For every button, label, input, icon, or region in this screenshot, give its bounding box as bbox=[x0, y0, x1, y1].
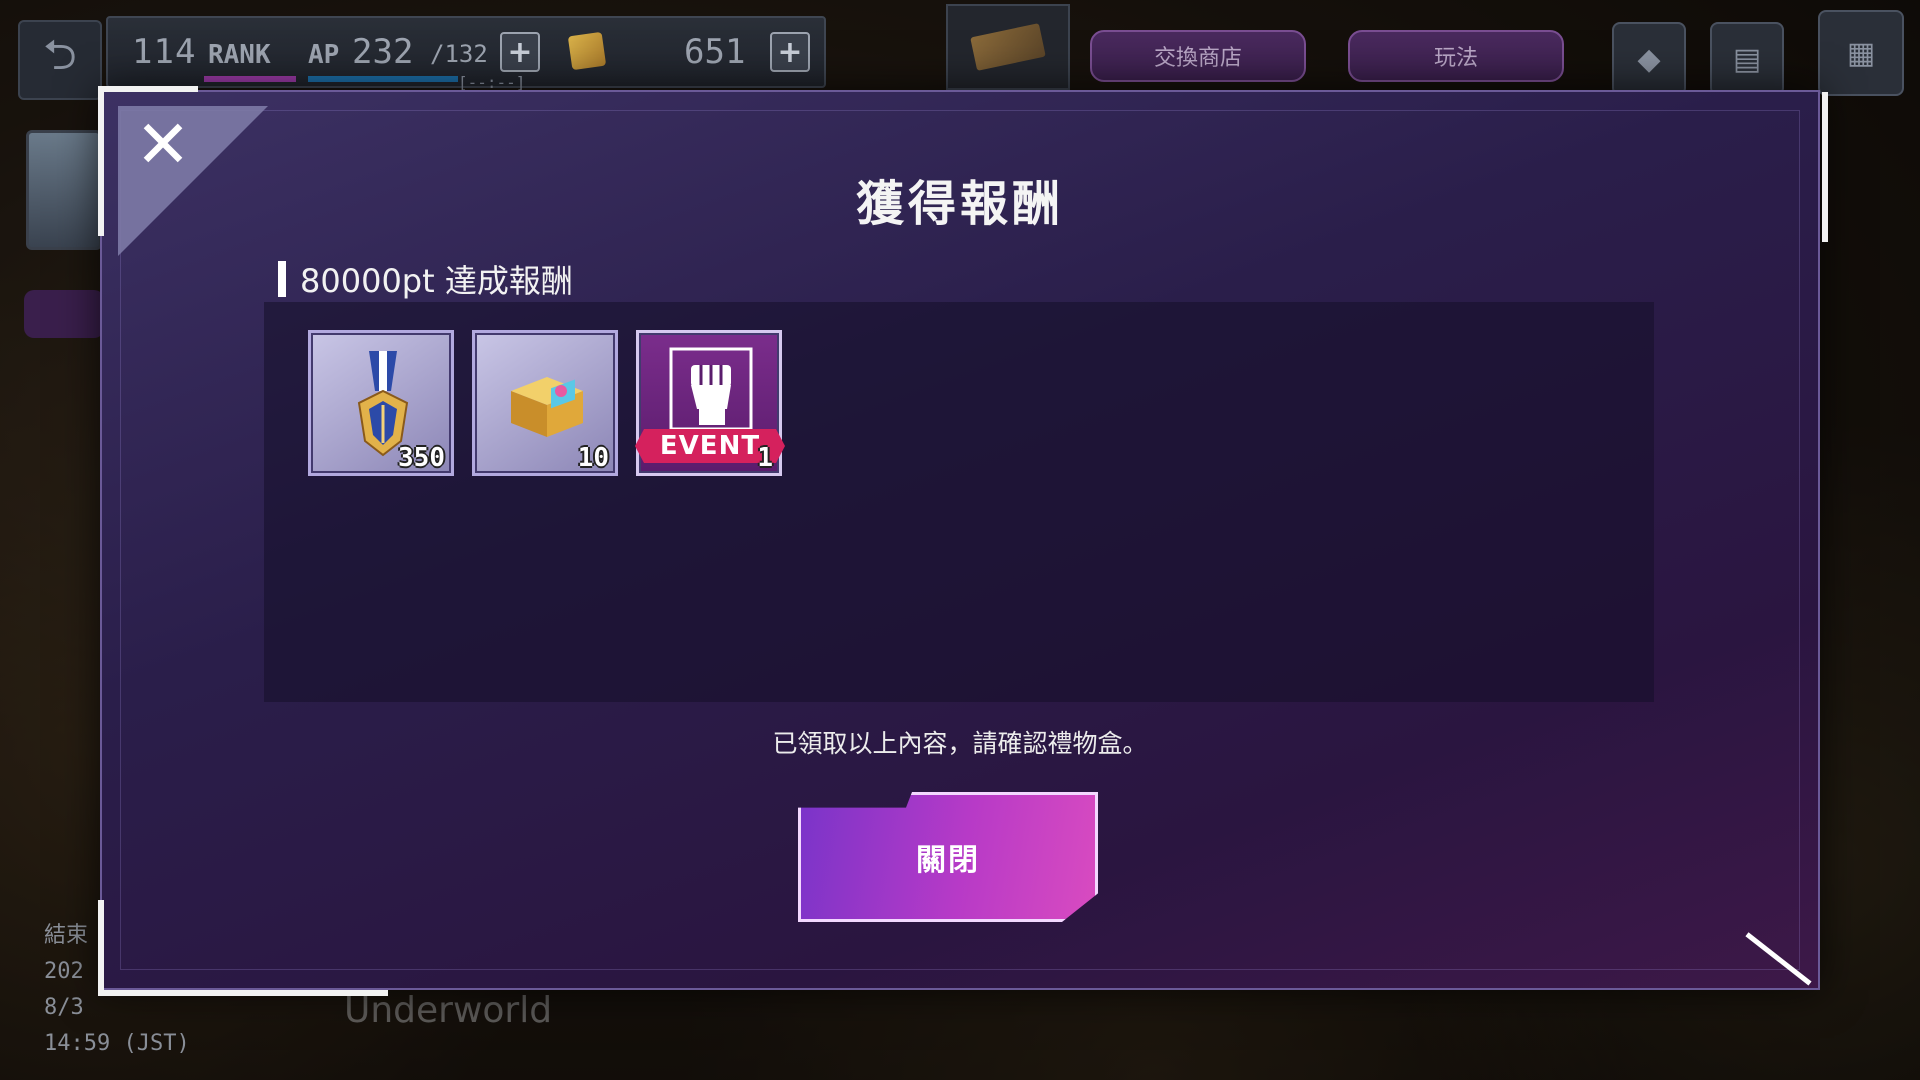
diamond-icon: ◆ bbox=[1637, 41, 1661, 77]
treasure-chest-icon bbox=[511, 377, 583, 437]
reward-item-chest[interactable]: 10 bbox=[472, 330, 618, 476]
reward-item-medal[interactable]: 350 bbox=[308, 330, 454, 476]
plus-icon: + bbox=[507, 34, 533, 70]
how-to-play-button[interactable]: 玩法 bbox=[1348, 30, 1564, 82]
side-button bbox=[24, 290, 104, 338]
section-label-text: 80000pt 達成報酬 bbox=[300, 262, 573, 300]
mission-button[interactable]: ◆ bbox=[1612, 22, 1686, 96]
back-button[interactable]: ⮌ bbox=[18, 20, 102, 100]
claim-notice: 已領取以上內容，請確認禮物盒。 bbox=[772, 729, 1148, 758]
grid-menu-icon: ▦ bbox=[1846, 35, 1876, 71]
top-hud: ⮌ 114 RANK AP 232 /132 [--:--] + 651 + 交… bbox=[18, 4, 1904, 100]
gem-cube-icon bbox=[567, 31, 607, 71]
reward-list: 350 10 EVENT 1 bbox=[264, 302, 1654, 702]
frame-corner bbox=[98, 900, 388, 996]
gem-count: 651 bbox=[684, 32, 746, 72]
item-count: 350 bbox=[398, 443, 445, 473]
back-arrow-icon: ⮌ bbox=[43, 29, 77, 79]
area-name: Underworld bbox=[344, 990, 553, 1031]
menu-button[interactable]: ▦ bbox=[1818, 10, 1904, 96]
frame-slash-decoration bbox=[1745, 932, 1812, 986]
notice-button[interactable]: ▤ bbox=[1710, 22, 1784, 96]
rank-progress-bar bbox=[204, 76, 296, 82]
ticket-button[interactable] bbox=[946, 4, 1070, 90]
reward-item-event[interactable]: EVENT 1 bbox=[635, 330, 785, 476]
character-portrait bbox=[26, 130, 102, 250]
exchange-shop-button[interactable]: 交換商店 bbox=[1090, 30, 1306, 82]
add-gem-button[interactable]: + bbox=[770, 32, 810, 72]
item-count: 1 bbox=[757, 443, 773, 473]
plus-icon: + bbox=[777, 34, 803, 70]
item-count: 10 bbox=[577, 443, 609, 473]
reward-modal: ✕ 獲得報酬 80000pt 達成報酬 350 10 EVENT 1 已領取以上… bbox=[98, 86, 1828, 996]
add-ap-button[interactable]: + bbox=[500, 32, 540, 72]
rank-value: 114 bbox=[132, 32, 197, 72]
event-fist-icon bbox=[669, 347, 753, 431]
section-label: 80000pt 達成報酬 bbox=[278, 256, 573, 302]
end-time: 14:59 (JST) bbox=[44, 1031, 190, 1056]
section-bar bbox=[278, 261, 286, 297]
ap-progress-bar bbox=[308, 76, 458, 82]
ap-current: 232 bbox=[352, 32, 414, 72]
close-button[interactable]: 關閉 bbox=[798, 792, 1098, 922]
rank-label: RANK bbox=[208, 40, 271, 70]
document-icon: ▤ bbox=[1732, 41, 1762, 77]
modal-title: 獲得報酬 bbox=[855, 176, 1064, 232]
ap-label: AP bbox=[308, 40, 340, 70]
ticket-icon bbox=[970, 23, 1046, 71]
ap-max: /132 bbox=[430, 40, 488, 68]
player-stats-bar: 114 RANK AP 232 /132 [--:--] + 651 + bbox=[106, 16, 826, 92]
